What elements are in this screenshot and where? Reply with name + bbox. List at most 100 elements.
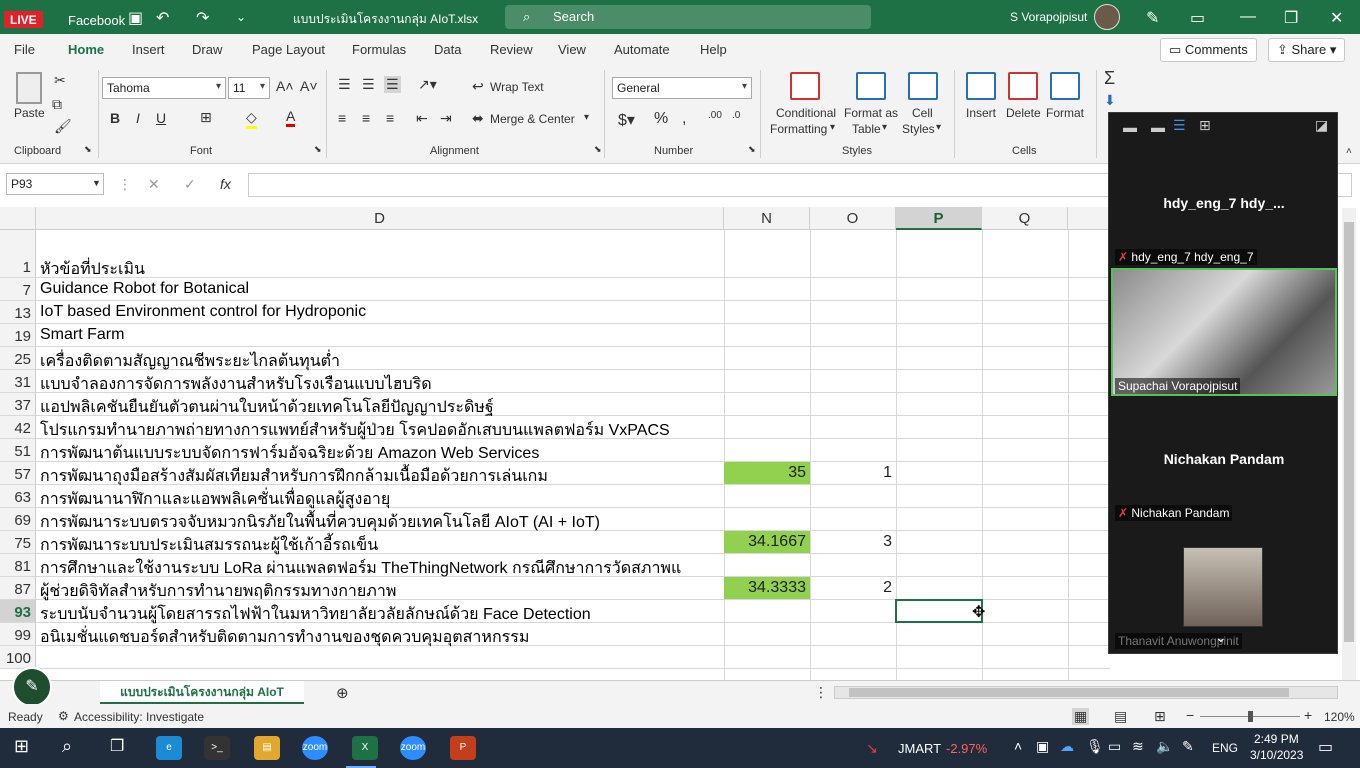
underline-icon[interactable]: U	[156, 110, 166, 126]
sheet-tab[interactable]: แบบประเมินโครงงานกลุ่ม AIoT	[100, 681, 304, 705]
increase-decimal-icon[interactable]: .00	[708, 110, 722, 121]
cell-rank[interactable]: 1	[810, 462, 896, 484]
bold-icon[interactable]: B	[110, 110, 120, 126]
row-header[interactable]: 81	[0, 554, 36, 577]
close-icon[interactable]: ✕	[1330, 8, 1343, 28]
accessibility-status[interactable]: Accessibility: Investigate	[74, 710, 204, 724]
cut-icon[interactable]: ✂	[54, 72, 66, 89]
format-as-table-icon[interactable]	[856, 72, 886, 100]
wifi-icon[interactable]: ≋	[1132, 738, 1144, 755]
number-launcher-icon[interactable]: ⬊	[748, 144, 756, 155]
more-icon[interactable]: ⋮	[814, 684, 828, 701]
ribbon-display-icon[interactable]: ▭	[1190, 8, 1205, 28]
row-header[interactable]: 51	[0, 439, 36, 462]
zoom-in-icon[interactable]: +	[1304, 707, 1312, 723]
row-header[interactable]: 100	[0, 646, 36, 669]
insert-function-icon[interactable]: fx	[220, 176, 231, 192]
selected-cell[interactable]	[895, 599, 983, 623]
share-button[interactable]: ⇪ Share ▾	[1268, 38, 1346, 62]
decrease-font-icon[interactable]: A˅	[300, 78, 318, 94]
paste-label[interactable]: Paste	[14, 106, 45, 120]
clock-time[interactable]: 2:49 PM	[1254, 732, 1299, 746]
minimize-icon[interactable]: —	[1240, 8, 1256, 26]
format-painter-icon[interactable]: 🖌	[54, 118, 72, 135]
pen-menu-icon[interactable]: ✎	[1182, 738, 1194, 755]
task-view-icon[interactable]: ❐	[110, 736, 124, 756]
tab-data[interactable]: Data	[434, 42, 461, 57]
font-launcher-icon[interactable]: ⬊	[314, 144, 322, 155]
currency-icon[interactable]: $▾	[618, 110, 635, 130]
delete-label[interactable]: Delete	[1006, 106, 1041, 120]
cell-topic[interactable]: เครื่องติดตามสัญญาณชีพระยะไกลต้นทุนต่ำ	[40, 349, 340, 374]
terminal-icon[interactable]: >_	[204, 736, 230, 760]
align-center-icon[interactable]: ≡	[362, 110, 370, 126]
cell-label[interactable]: Cell	[912, 106, 933, 120]
input-language[interactable]: ENG	[1212, 741, 1238, 755]
percent-icon[interactable]: %	[654, 110, 668, 128]
cell-score[interactable]: 34.1667	[724, 531, 810, 553]
zoom-out-icon[interactable]: −	[1186, 707, 1194, 723]
file-explorer-icon[interactable]: ▤	[254, 736, 280, 760]
alignment-launcher-icon[interactable]: ⬊	[594, 144, 602, 155]
formatting-label[interactable]: Formatting	[770, 122, 827, 136]
participant-photo[interactable]	[1183, 547, 1263, 627]
merge-center-icon[interactable]: ⬌	[472, 110, 484, 127]
tab-draw[interactable]: Draw	[192, 42, 222, 57]
decrease-decimal-icon[interactable]: .0	[732, 110, 740, 121]
column-header-q[interactable]: Q	[982, 207, 1068, 230]
tab-home[interactable]: Home	[68, 42, 105, 67]
restore-icon[interactable]: ❐	[1284, 8, 1298, 28]
redo-icon[interactable]: ↷	[196, 8, 209, 28]
borders-icon[interactable]: ⊞	[200, 109, 212, 126]
row-header[interactable]: 25	[0, 347, 36, 370]
cell-topic[interactable]: IoT based Environment control for Hydrop…	[40, 303, 366, 321]
accessibility-icon[interactable]: ⚙	[58, 709, 69, 723]
minimize-panel-icon[interactable]: ▬	[1123, 119, 1137, 135]
orientation-icon[interactable]: ↗▾	[418, 76, 437, 93]
autosum-icon[interactable]: Σ	[1104, 68, 1115, 89]
row-header[interactable]: 75	[0, 531, 36, 554]
scrollbar-thumb[interactable]	[1344, 222, 1354, 642]
tab-file[interactable]: File	[14, 42, 35, 57]
cell-score[interactable]: 35	[724, 462, 810, 484]
avatar[interactable]	[1094, 4, 1120, 30]
collapse-ribbon-icon[interactable]: ˄	[1346, 146, 1352, 157]
save-icon[interactable]: ▣	[128, 8, 143, 28]
font-name-combo[interactable]: Tahoma	[102, 77, 226, 99]
decrease-indent-icon[interactable]: ⇤	[416, 110, 428, 127]
add-sheet-icon[interactable]: ⊕	[336, 684, 349, 702]
edge-icon[interactable]: e	[156, 736, 182, 760]
row-header[interactable]: 42	[0, 416, 36, 439]
row-header[interactable]: 7	[0, 278, 36, 301]
speaker-view-icon[interactable]: ▬	[1151, 119, 1165, 135]
column-header-d[interactable]: D	[36, 207, 724, 230]
cell-topic[interactable]: อนิเมชั่นแดชบอร์ดสำหรับติดตามการทำงานของ…	[40, 625, 529, 650]
cell-topic[interactable]: Guidance Robot for Botanical	[40, 280, 249, 298]
battery-icon[interactable]: ▭	[1108, 738, 1121, 755]
chevron-down-icon[interactable]: ▾	[936, 122, 941, 133]
cell-score[interactable]: 34.3333	[724, 577, 810, 599]
align-bottom-icon[interactable]: ☰	[384, 76, 401, 93]
fill-color-icon[interactable]: ◇	[246, 109, 257, 129]
cell-topic[interactable]: ระบบนับจำนวนผู้โดยสารรถไฟฟ้าในมหาวิทยาลั…	[40, 602, 591, 627]
chevron-up-icon[interactable]: ˄	[1014, 738, 1022, 754]
cell-rank[interactable]: 3	[810, 531, 896, 553]
tab-page-layout[interactable]: Page Layout	[252, 42, 325, 57]
row-header[interactable]: 69	[0, 508, 36, 531]
chevron-down-icon[interactable]: ⌄	[1215, 629, 1227, 646]
wrap-text-label[interactable]: Wrap Text	[490, 80, 544, 94]
tab-view[interactable]: View	[558, 42, 586, 57]
row-header[interactable]: 13	[0, 301, 36, 324]
enter-icon[interactable]: ✓	[184, 176, 196, 193]
cell-styles-icon[interactable]	[908, 72, 938, 100]
comments-button[interactable]: ▭ Comments	[1160, 38, 1257, 62]
row-header[interactable]: 19	[0, 324, 36, 347]
gallery-view-icon[interactable]: ⊞	[1199, 117, 1211, 134]
strip-view-icon[interactable]: ☰	[1173, 117, 1186, 134]
normal-view-icon[interactable]: ▦	[1072, 708, 1090, 725]
chevron-down-icon[interactable]: ▼	[92, 178, 101, 188]
row-header[interactable]: 1	[0, 230, 36, 278]
search-box[interactable]: ⌕ Search	[505, 5, 871, 29]
tab-formulas[interactable]: Formulas	[352, 42, 406, 57]
stock-change[interactable]: -2.97%	[946, 741, 987, 756]
